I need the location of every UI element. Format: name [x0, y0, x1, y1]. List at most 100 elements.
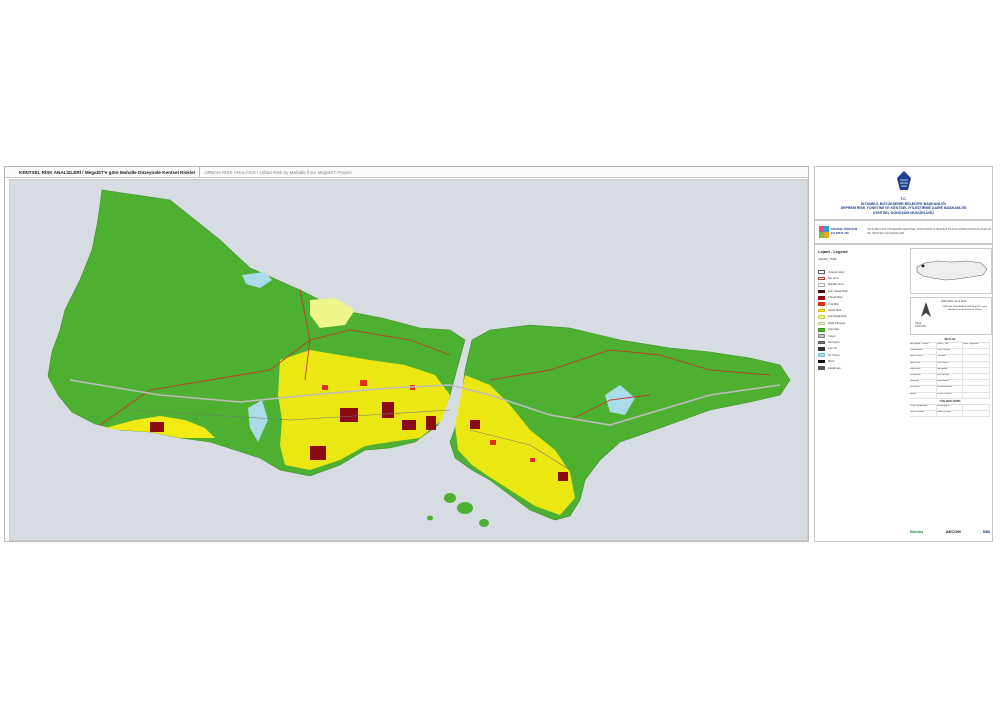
- table-cell: Yapı Analizi: [937, 367, 964, 373]
- table-cell: Harita Müh.: [910, 361, 937, 367]
- legend-swatch: [818, 315, 825, 319]
- legend-swatch: [818, 340, 825, 345]
- table-cell: Sosyal Analiz: [937, 380, 964, 386]
- table-row: Teknik Sorumlu Teknik Yönetim: [910, 410, 991, 418]
- legend-swatch: [818, 321, 825, 326]
- turkey-minimap: [910, 248, 992, 294]
- legend-label: Demiryolu: [828, 340, 840, 344]
- legend-item: Havalimanı: [818, 365, 904, 371]
- table-cell: Şehir Plancısı: [910, 355, 937, 361]
- map-canvas[interactable]: [9, 179, 808, 541]
- table-cell: [963, 404, 991, 410]
- legend-swatch: [818, 347, 825, 351]
- legend-label: İlçe Sınırı: [828, 277, 839, 281]
- turkey-outline-icon: [916, 260, 988, 281]
- legend-label: Su Yüzeyi: [828, 353, 840, 357]
- legend-swatch: [818, 302, 825, 306]
- table-cell: Planlama: [937, 355, 964, 361]
- project-description: İSTANBUL BÜYÜKŞEHİR KENTSEL DÖNÜŞÜM STRA…: [867, 227, 991, 235]
- title-bar: KENTSEL RİSK ANALİZLERİ / MegaİST'e göre…: [5, 167, 808, 178]
- legend-label: Çok Yüksek Risk: [828, 289, 848, 293]
- legend-swatch: [818, 334, 825, 338]
- table-cell: Ekonomist: [910, 386, 937, 392]
- legend-swatch: [818, 359, 825, 364]
- island: [479, 519, 489, 527]
- signature-table: İMZALAR Adı Soyadı / Ünvanı Görevi / Tit…: [910, 337, 991, 418]
- table-cell: [963, 355, 991, 361]
- table-cell: Proje Koordinatörü: [910, 404, 937, 410]
- table-cell: [963, 373, 991, 380]
- table-rows-2: Proje Koordinatörü Koordinasyon Teknik Sor…: [910, 404, 991, 418]
- legend-swatch: [818, 308, 825, 313]
- map-sheet: KENTSEL RİSK ANALİZLERİ / MegaİST'e göre…: [4, 166, 993, 542]
- north-arrow-icon: [921, 302, 931, 317]
- sheet-title: KENTSEL RİSK ANALİZLERİ MegaİST'e göre M…: [942, 306, 988, 311]
- table-cell: Zemin Analizi: [937, 373, 964, 380]
- table-cell: Proje Yönetimi: [937, 349, 964, 355]
- legend-swatch: [818, 289, 825, 294]
- legend-swatch: [818, 276, 825, 281]
- legend-block: Lejant - Legend ANALİZ_TÜRÜ Yerleşim Ala…: [814, 244, 993, 542]
- table-rows: Proje Müdürü Proje Yönetimi Şehir Plancısı…: [910, 349, 991, 399]
- table-cell: [963, 386, 991, 392]
- project-logo-text: KENTSEL DÖNÜŞÜM EYLEM PLANI: [831, 228, 858, 235]
- island: [457, 502, 473, 514]
- table-cell: [963, 349, 991, 355]
- table-cell: Mimar: [910, 392, 937, 398]
- legend-swatch: [818, 327, 825, 332]
- project-logo: KENTSEL DÖNÜŞÜM EYLEM PLANI: [819, 224, 863, 239]
- scale-label: Ölçek 1/100.000: [915, 322, 926, 328]
- ibb-logo: İBB: [983, 528, 990, 534]
- legend-title: Lejant - Legend: [818, 249, 848, 254]
- institution-line3: KENTSEL DÖNÜŞÜM MÜDÜRLÜĞÜ: [873, 210, 934, 215]
- table-cell: Jeoloji Müh.: [910, 373, 937, 380]
- legend-label: Ana Yol: [828, 347, 837, 351]
- table-cell: [963, 367, 991, 373]
- table-cell: Kentsel Tasarım: [937, 392, 964, 398]
- table-cell: [963, 392, 991, 398]
- table-cell: Proje Müdürü: [910, 349, 937, 355]
- legend-items: Yerleşim Alanı İlçe Sınırı Mahalle Sınırı Ç…: [818, 269, 904, 371]
- sheet-date: Pafta Tarihi: 01.11.2019: [941, 300, 967, 303]
- istanbul-risk-map: [10, 180, 807, 540]
- legend-label: Metro: [828, 360, 835, 364]
- institution-block: T.C. İSTANBUL BÜYÜKŞEHİR BELEDİYE BAŞKAN…: [814, 166, 993, 220]
- table-cell: Teknik Yönetim: [937, 410, 964, 417]
- island: [444, 493, 456, 503]
- table-cell: [963, 380, 991, 386]
- legend-swatch: [818, 295, 825, 300]
- legend-swatch: [818, 366, 825, 370]
- table-cell: Teknik Sorumlu: [910, 410, 937, 417]
- legend-label: Yerleşim Alanı: [828, 270, 845, 274]
- island: [427, 515, 433, 521]
- legend-label: Yüksek Risk: [828, 296, 843, 300]
- legend-swatch: [818, 283, 825, 287]
- legend-label: Mahalle Sınırı: [828, 283, 845, 287]
- ibb-logo-icon: [896, 171, 911, 190]
- table-cell: CBS Uzmanı: [937, 361, 964, 367]
- legend-label: Otoyol: [828, 334, 836, 338]
- legend-swatch: [818, 353, 825, 358]
- table-cell: [963, 361, 991, 367]
- map-subtitle: URBAN RISK ANALYSIS / Urban Risk by Maha…: [204, 169, 352, 175]
- institution-line2: DEPREM RİSK YÖNETİMİ VE KENTSEL İYİLEŞTİ…: [840, 206, 967, 210]
- legend-label: Riskli Olmayan: [828, 321, 846, 325]
- map-frame: KENTSEL RİSK ANALİZLERİ / MegaİST'e göre…: [4, 166, 809, 542]
- legend-label: Havalimanı: [828, 366, 841, 370]
- legend-panel: T.C. İSTANBUL BÜYÜKŞEHİR BELEDİYE BAŞKAN…: [814, 166, 993, 542]
- aecom-logo: AECOM: [945, 528, 961, 534]
- firm-logos: Bimtaş AECOM İBB: [910, 525, 990, 537]
- legend-label: Orta Risk: [828, 302, 839, 306]
- table-cell: Ekonomik Analiz: [937, 386, 964, 392]
- scale-value: 1/100.000: [915, 325, 926, 328]
- legend-label: Yeşil Alan: [828, 328, 840, 332]
- map-title: KENTSEL RİSK ANALİZLERİ / MegaİST'e göre…: [5, 167, 201, 177]
- table-cell: İnşaat Müh.: [910, 367, 937, 373]
- legend-label: Düşük Risk: [828, 309, 842, 313]
- project-block: KENTSEL DÖNÜŞÜM EYLEM PLANI İSTANBUL BÜY…: [814, 220, 993, 244]
- table-cell: Koordinasyon: [937, 404, 964, 410]
- legend-swatch: [818, 270, 825, 274]
- table-cell: Sosyolog: [910, 380, 937, 386]
- table-cell: [963, 410, 991, 417]
- bimtas-logo: Bimtaş: [910, 528, 924, 534]
